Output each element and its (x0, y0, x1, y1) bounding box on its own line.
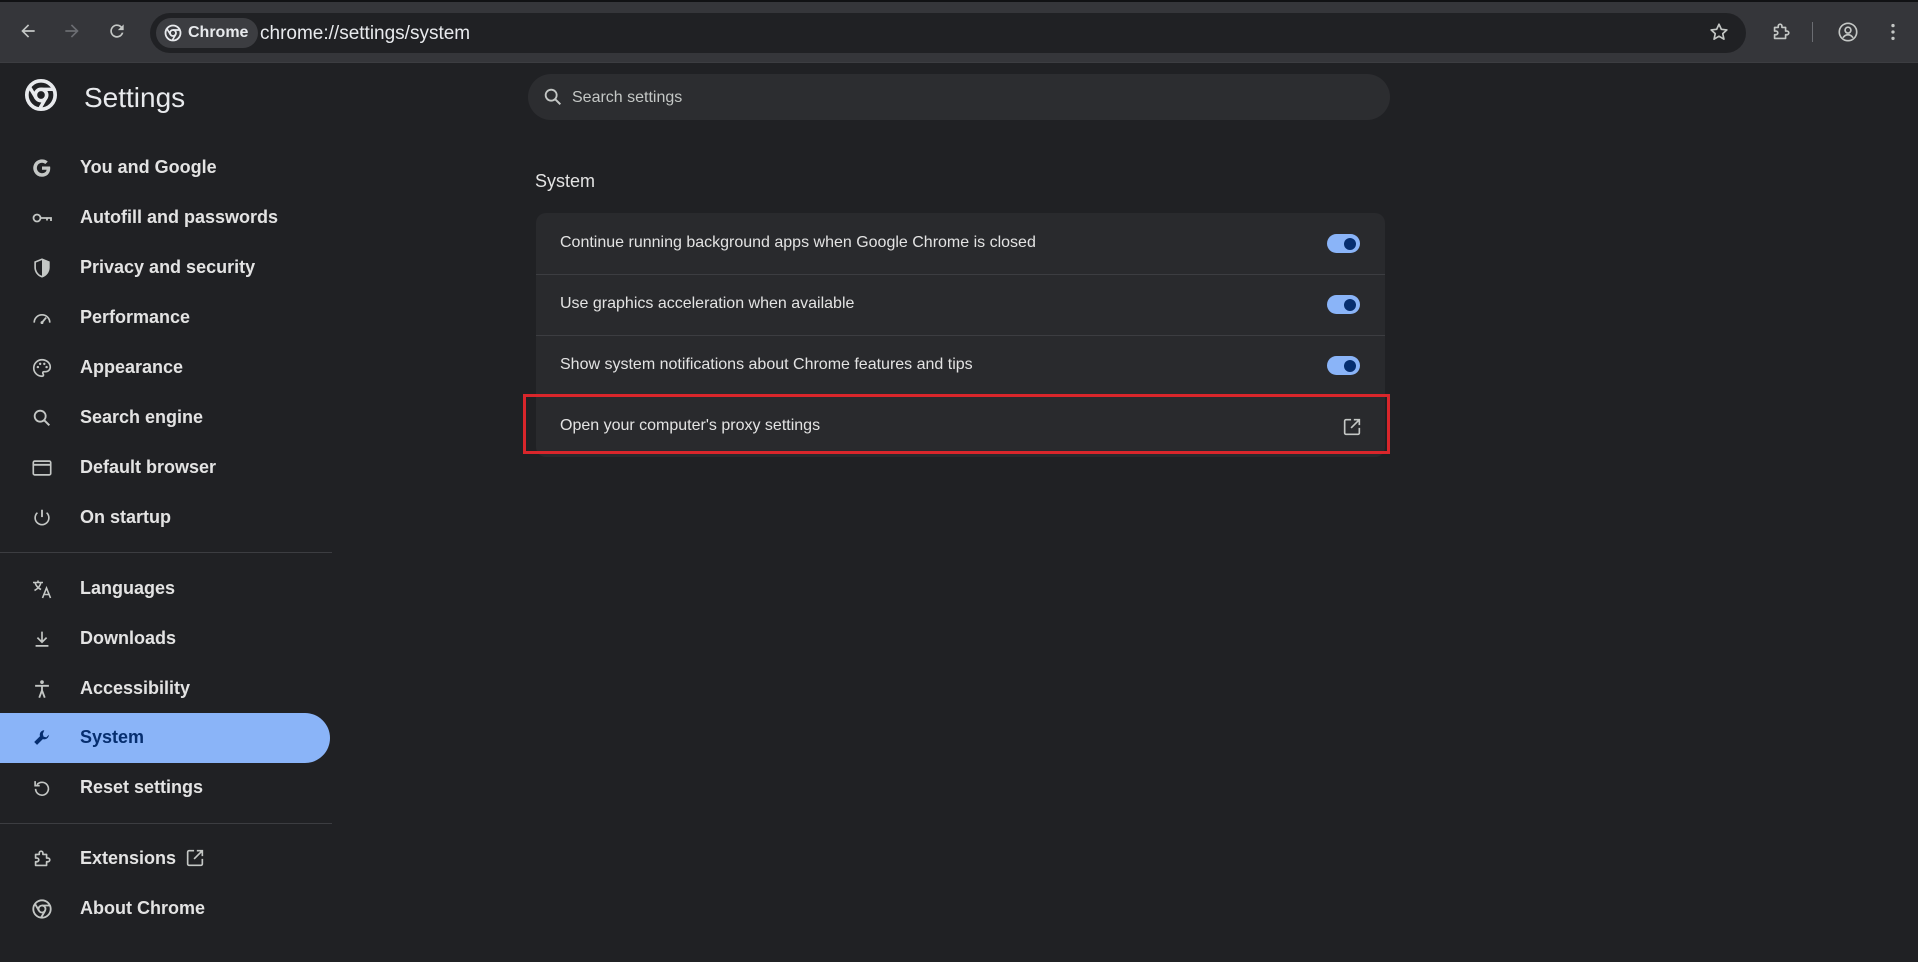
background-apps-toggle[interactable] (1327, 234, 1360, 253)
open-in-new-icon (184, 847, 206, 874)
toggle-knob (1344, 360, 1356, 372)
sidebar-item-label: Default browser (80, 457, 217, 477)
setting-row-proxy-settings[interactable]: Open your computer's proxy settings (536, 396, 1385, 457)
palette-icon (30, 356, 54, 380)
accessibility-icon (30, 677, 54, 701)
wrench-icon (30, 726, 54, 750)
toolbar-divider (1812, 22, 1813, 42)
key-icon (30, 206, 54, 230)
graphics-acceleration-toggle[interactable] (1327, 295, 1360, 314)
speedometer-icon (30, 306, 54, 330)
chrome-logo-icon (24, 78, 58, 112)
sidebar-item-about-chrome[interactable]: About Chrome (0, 884, 330, 934)
sidebar-item-label: Performance (80, 307, 191, 327)
system-settings-card: Continue running background apps when Go… (536, 213, 1385, 457)
setting-label: Continue running background apps when Go… (560, 234, 1036, 251)
profile-button[interactable] (1835, 19, 1861, 45)
sidebar-item-label: About Chrome (80, 898, 205, 918)
system-notifications-toggle[interactable] (1327, 356, 1360, 375)
chip-label: Chrome (188, 24, 249, 41)
sidebar-item-default-browser[interactable]: Default browser (0, 443, 330, 493)
star-icon (1710, 23, 1728, 40)
setting-label: Show system notifications about Chrome f… (560, 356, 973, 373)
sidebar-item-system[interactable]: System (0, 713, 330, 763)
sidebar-item-label: Downloads (80, 628, 177, 648)
settings-logo (24, 78, 58, 112)
translate-icon (30, 577, 54, 601)
sidebar-item-label: Search engine (80, 407, 204, 427)
search-icon (542, 86, 564, 113)
more-vertical-icon (1891, 23, 1895, 41)
reset-icon (30, 776, 54, 800)
sidebar-item-label: Extensions (80, 848, 177, 868)
sidebar-item-you-and-google[interactable]: You and Google (0, 143, 330, 193)
chrome-logo-icon (30, 897, 54, 921)
google-g-icon (30, 156, 54, 180)
setting-label: Open your computer's proxy settings (560, 417, 821, 434)
bookmark-star-button[interactable] (1706, 19, 1732, 45)
sidebar-divider (0, 552, 332, 553)
settings-search-box[interactable] (528, 74, 1390, 122)
sidebar-item-label: Privacy and security (80, 257, 256, 277)
sidebar-item-label: Appearance (80, 357, 184, 377)
sidebar-item-downloads[interactable]: Downloads (0, 614, 330, 664)
back-button[interactable] (14, 17, 42, 45)
chrome-logo-icon (164, 24, 182, 42)
sidebar-item-languages[interactable]: Languages (0, 564, 330, 614)
extensions-button[interactable] (1768, 19, 1794, 45)
sidebar-item-label: You and Google (80, 157, 217, 177)
power-icon (30, 506, 54, 530)
sidebar-item-on-startup[interactable]: On startup (0, 493, 330, 543)
sidebar-item-label: On startup (80, 507, 172, 527)
open-in-new-icon[interactable] (1341, 416, 1363, 443)
browser-toolbar: Chrome chrome://settings/system (0, 2, 1918, 63)
sidebar-item-appearance[interactable]: Appearance (0, 343, 330, 393)
sidebar-item-label: Autofill and passwords (80, 207, 279, 227)
setting-row-graphics-acceleration[interactable]: Use graphics acceleration when available (536, 274, 1385, 336)
browser-window-icon (30, 456, 54, 480)
toggle-knob (1344, 238, 1356, 250)
sidebar-item-label: System (80, 727, 145, 747)
account-circle-icon (1838, 22, 1858, 42)
setting-row-background-apps[interactable]: Continue running background apps when Go… (536, 213, 1385, 275)
sidebar-item-label: Reset settings (80, 777, 204, 797)
reload-icon (110, 24, 124, 38)
sidebar-item-performance[interactable]: Performance (0, 293, 330, 343)
reload-button[interactable] (103, 17, 131, 45)
sidebar-item-label: Languages (80, 578, 176, 598)
toggle-knob (1344, 299, 1356, 311)
puzzle-icon (30, 847, 54, 871)
arrow-right-icon (65, 24, 79, 38)
section-title: System (535, 171, 596, 191)
puzzle-icon (1773, 23, 1790, 40)
search-icon (30, 406, 54, 430)
forward-button[interactable] (58, 17, 86, 45)
url-text[interactable]: chrome://settings/system (260, 23, 470, 45)
sidebar-item-autofill[interactable]: Autofill and passwords (0, 193, 330, 243)
address-bar[interactable]: Chrome chrome://settings/system (150, 13, 1746, 53)
sidebar-item-privacy[interactable]: Privacy and security (0, 243, 330, 293)
download-icon (30, 627, 54, 651)
sidebar-divider (0, 823, 332, 824)
sidebar-item-label: Accessibility (80, 678, 191, 698)
page-title: Settings (84, 82, 186, 113)
shield-icon (30, 256, 54, 280)
sidebar-item-reset-settings[interactable]: Reset settings (0, 763, 330, 813)
menu-button[interactable] (1880, 19, 1906, 45)
sidebar-item-accessibility[interactable]: Accessibility (0, 664, 330, 714)
setting-row-system-notifications[interactable]: Show system notifications about Chrome f… (536, 335, 1385, 397)
setting-label: Use graphics acceleration when available (560, 295, 855, 312)
sidebar-item-extensions[interactable]: Extensions (0, 834, 330, 884)
sidebar-item-search-engine[interactable]: Search engine (0, 393, 330, 443)
site-info-chip[interactable]: Chrome (156, 18, 259, 48)
arrow-left-icon (21, 24, 35, 38)
search-input[interactable] (570, 74, 1374, 122)
